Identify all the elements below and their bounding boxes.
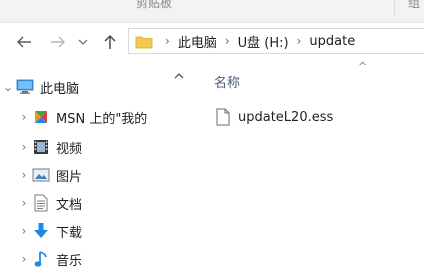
up-button[interactable] [100,32,120,52]
breadcrumb-update[interactable]: update [309,34,355,49]
forward-button[interactable] [48,32,68,52]
sidebar-item-downloads[interactable]: › 下载 [0,218,188,244]
file-icon [216,108,230,126]
documents-icon [32,194,50,212]
chevron-right-icon[interactable]: › [16,140,32,154]
file-item[interactable]: updateL20.ess [216,106,333,128]
ribbon-divider [394,0,395,16]
file-explorer-window: 剪贴板 组 › 此电脑 › U盘 (H:) › update ⌄ 此电脑 › M… [0,0,424,272]
download-icon [32,222,50,240]
chevron-right-icon[interactable]: › [16,168,32,182]
navigation-pane: ⌄ 此电脑 › MSN 上的"我的 › 视频 › 图片 › 文档 › 下载 › … [0,64,190,272]
sidebar-item-label: 文档 [56,197,83,213]
ribbon-strip: 剪贴板 组 [0,0,424,23]
sidebar-item-msn[interactable]: › MSN 上的"我的 [0,104,188,130]
msn-icon [32,108,50,126]
back-button[interactable] [14,32,34,52]
navigation-bar: › 此电脑 › U盘 (H:) › update [0,22,424,60]
sidebar-item-label: MSN 上的"我的 [56,111,148,127]
chevron-right-icon[interactable]: › [16,252,32,266]
arrow-up-icon [104,34,116,49]
pictures-icon [32,166,50,184]
address-bar[interactable]: › 此电脑 › U盘 (H:) › update [128,28,424,54]
video-icon [32,138,50,156]
arrow-left-icon [17,36,31,48]
column-header-name[interactable]: 名称 [214,72,240,91]
folder-icon [135,34,153,49]
arrow-right-icon [51,36,65,48]
sidebar-item-label: 音乐 [56,253,83,269]
chevron-up-icon [174,72,184,78]
sidebar-item-documents[interactable]: › 文档 [0,190,188,216]
chevron-right-icon[interactable]: › [16,224,32,238]
sidebar-item-label: 此电脑 [40,81,80,97]
computer-icon [16,78,34,96]
breadcrumb-this-pc[interactable]: 此电脑 [178,32,217,51]
sort-ascending-indicator: ^ [358,60,368,73]
sidebar-item-music[interactable]: › 音乐 [0,246,188,272]
sidebar-item-label: 图片 [56,169,83,185]
ribbon-group-label-right: 组 [408,0,421,10]
sidebar-item-label: 视频 [56,141,83,157]
file-name: updateL20.ess [238,109,334,125]
breadcrumb-usb-drive[interactable]: U盘 (H:) [238,32,289,51]
sidebar-item-videos[interactable]: › 视频 [0,134,188,160]
breadcrumb-separator[interactable]: › [297,34,302,48]
sidebar-item-this-pc[interactable]: ⌄ 此电脑 [0,74,172,100]
music-icon [32,250,50,268]
sidebar-item-label: 下载 [56,225,83,241]
scroll-up-arrow[interactable] [172,68,186,82]
ribbon-group-label: 剪贴板 [136,0,173,10]
sidebar-item-pictures[interactable]: › 图片 [0,162,188,188]
chevron-down-icon [78,39,88,45]
chevron-right-icon[interactable]: › [16,196,32,210]
chevron-right-icon[interactable]: › [16,110,32,124]
file-list-pane: ^ 名称 updateL20.ess [196,60,424,272]
recent-locations-button[interactable] [76,32,90,52]
breadcrumb-separator[interactable]: › [225,34,230,48]
chevron-down-icon[interactable]: ⌄ [0,80,16,94]
breadcrumb-separator[interactable]: › [165,34,170,48]
